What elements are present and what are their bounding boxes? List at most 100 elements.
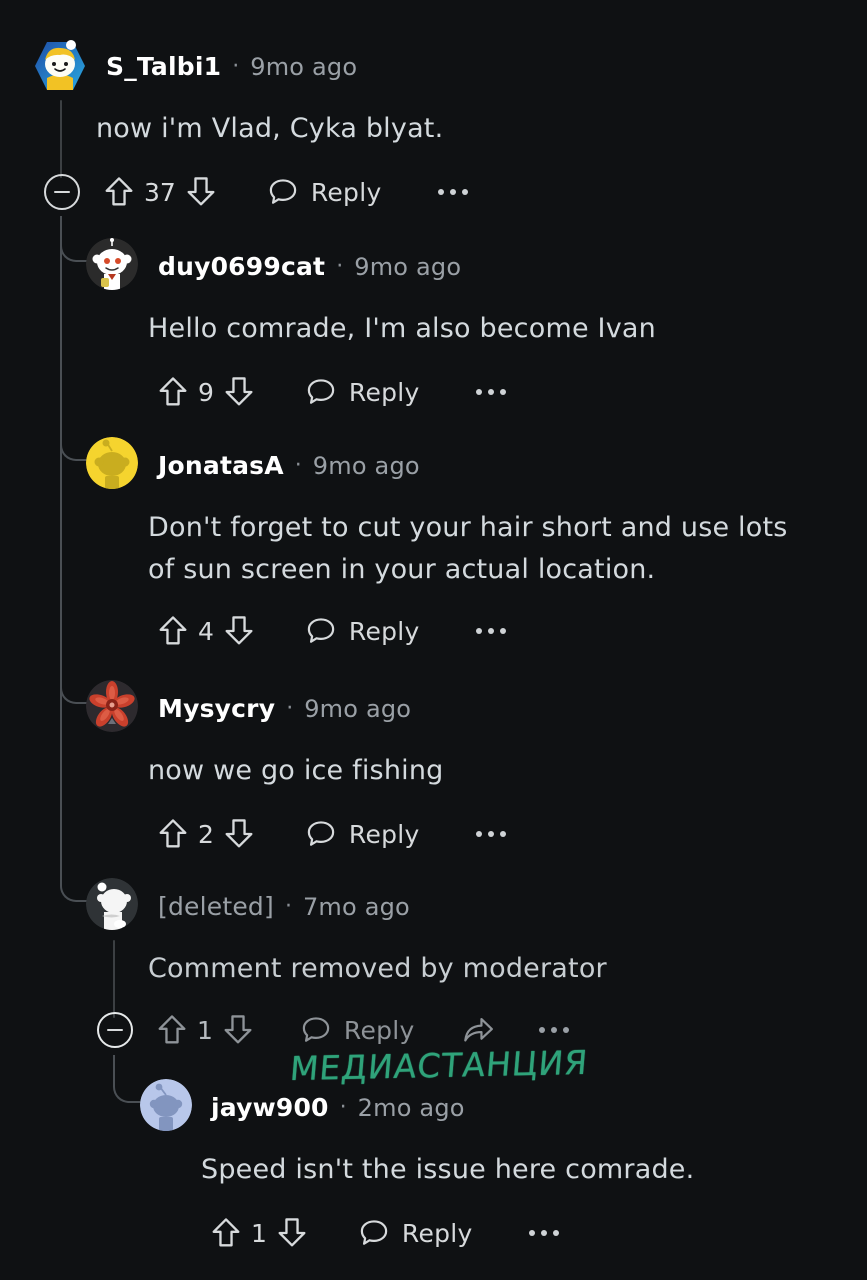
comment-actions: 1 Reply	[0, 1004, 867, 1056]
comment-header: Mysycry · 9mo ago	[0, 680, 867, 736]
comment-meta: Mysycry · 9mo ago	[158, 694, 411, 723]
more-options-icon[interactable]	[475, 389, 506, 395]
speech-bubble-icon	[359, 1218, 389, 1248]
downvote-arrow-icon[interactable]	[224, 818, 254, 850]
vote-group: 9	[158, 376, 254, 408]
comment-timestamp: 9mo ago	[354, 252, 462, 281]
comment-score: 1	[197, 1015, 213, 1045]
comment-s_talbi1: S_Talbi1 · 9mo ago now i'm Vlad, Cyka bl…	[0, 38, 867, 218]
upvote-arrow-icon[interactable]	[158, 376, 188, 408]
comment-header: [deleted] · 7mo ago	[0, 878, 867, 934]
more-options-icon[interactable]	[475, 628, 506, 634]
more-options-icon[interactable]	[475, 831, 506, 837]
share-arrow-icon[interactable]	[461, 1015, 495, 1045]
comment-actions: 2 Reply	[0, 808, 867, 860]
meta-separator: ·	[339, 1094, 347, 1120]
comment-timestamp: 9mo ago	[250, 52, 358, 81]
comment-thread: S_Talbi1 · 9mo ago now i'm Vlad, Cyka bl…	[0, 0, 867, 1280]
meta-separator: ·	[294, 452, 302, 478]
comment-score: 4	[198, 616, 214, 646]
meta-separator: ·	[286, 695, 294, 721]
comment-meta: jayw900 · 2mo ago	[211, 1093, 465, 1122]
comment-body: now i'm Vlad, Cyka blyat.	[96, 113, 444, 144]
speech-bubble-icon	[306, 819, 336, 849]
comment-timestamp: 9mo ago	[304, 694, 412, 723]
upvote-arrow-icon[interactable]	[211, 1217, 241, 1249]
comment-mysycry: Mysycry · 9mo ago now we go ice fishing …	[0, 680, 867, 860]
comment-username[interactable]: JonatasA	[158, 451, 284, 480]
vote-group: 37	[104, 176, 216, 208]
upvote-arrow-icon[interactable]	[158, 818, 188, 850]
meta-separator: ·	[232, 53, 240, 79]
comment-header: jayw900 · 2mo ago	[0, 1079, 867, 1135]
meta-separator: ·	[336, 253, 344, 279]
comment-timestamp: 7mo ago	[302, 892, 410, 921]
downvote-arrow-icon[interactable]	[223, 1014, 253, 1046]
comment-duy0699cat: duy0699cat · 9mo ago Hello comrade, I'm …	[0, 238, 867, 418]
comment-actions: 37 Reply	[0, 166, 867, 218]
upvote-arrow-icon[interactable]	[157, 1014, 187, 1046]
avatar[interactable]	[86, 878, 138, 930]
comment-body: now we go ice fishing	[148, 755, 444, 786]
more-options-icon[interactable]	[528, 1230, 559, 1236]
more-options-icon[interactable]	[538, 1027, 569, 1033]
comment-header: S_Talbi1 · 9mo ago	[0, 38, 867, 94]
comment-actions: 9 Reply	[0, 366, 867, 418]
avatar[interactable]	[140, 1079, 192, 1131]
reply-button[interactable]: Reply	[359, 1218, 473, 1248]
comment-username[interactable]: S_Talbi1	[106, 52, 221, 81]
comment-body: Speed isn't the issue here comrade.	[201, 1154, 695, 1185]
comment-jayw900: jayw900 · 2mo ago Speed isn't the issue …	[0, 1079, 867, 1259]
comment-username[interactable]: Mysycry	[158, 694, 275, 723]
comment-body: Don't forget to cut your hair short and …	[148, 512, 788, 585]
reply-label: Reply	[348, 819, 420, 849]
comment-header: duy0699cat · 9mo ago	[0, 238, 867, 294]
avatar[interactable]	[34, 40, 86, 92]
vote-group: 1	[211, 1217, 307, 1249]
comment-username[interactable]: jayw900	[211, 1093, 329, 1122]
collapse-button[interactable]	[44, 174, 80, 210]
downvote-arrow-icon[interactable]	[224, 615, 254, 647]
avatar[interactable]	[86, 437, 138, 489]
upvote-arrow-icon[interactable]	[158, 615, 188, 647]
comment-meta: S_Talbi1 · 9mo ago	[106, 52, 357, 81]
comment-body-removed: Comment removed by moderator	[148, 953, 607, 984]
reply-button[interactable]: Reply	[301, 1015, 415, 1045]
reply-button[interactable]: Reply	[306, 616, 420, 646]
comment-score: 2	[198, 819, 214, 849]
comment-deleted: [deleted] · 7mo ago Comment removed by m…	[0, 878, 867, 1056]
reply-label: Reply	[348, 616, 420, 646]
downvote-arrow-icon[interactable]	[224, 376, 254, 408]
comment-username[interactable]: duy0699cat	[158, 252, 325, 281]
speech-bubble-icon	[306, 377, 336, 407]
reply-button[interactable]: Reply	[306, 819, 420, 849]
reply-label: Reply	[343, 1015, 415, 1045]
comment-timestamp: 2mo ago	[357, 1093, 465, 1122]
reply-label: Reply	[348, 377, 420, 407]
meta-separator: ·	[284, 893, 292, 919]
comment-score: 37	[144, 177, 176, 207]
downvote-arrow-icon[interactable]	[186, 176, 216, 208]
speech-bubble-icon	[268, 177, 298, 207]
upvote-arrow-icon[interactable]	[104, 176, 134, 208]
reply-button[interactable]: Reply	[268, 177, 382, 207]
avatar[interactable]	[86, 238, 138, 290]
comment-timestamp: 9mo ago	[312, 451, 420, 480]
more-options-icon[interactable]	[437, 189, 468, 195]
collapse-button[interactable]	[97, 1012, 133, 1048]
vote-group: 2	[158, 818, 254, 850]
comment-body: Hello comrade, I'm also become Ivan	[148, 313, 656, 344]
comment-meta: JonatasA · 9mo ago	[158, 451, 420, 480]
comment-actions: 4 Reply	[0, 605, 867, 657]
comment-meta: duy0699cat · 9mo ago	[158, 252, 461, 281]
downvote-arrow-icon[interactable]	[277, 1217, 307, 1249]
vote-group: 1	[157, 1014, 253, 1046]
reply-button[interactable]: Reply	[306, 377, 420, 407]
avatar[interactable]	[86, 680, 138, 732]
speech-bubble-icon	[301, 1015, 331, 1045]
reply-label: Reply	[310, 177, 382, 207]
comment-meta: [deleted] · 7mo ago	[158, 892, 410, 921]
comment-score: 9	[198, 377, 214, 407]
comment-jonatasa: JonatasA · 9mo ago Don't forget to cut y…	[0, 437, 867, 657]
comment-username[interactable]: [deleted]	[158, 892, 274, 921]
